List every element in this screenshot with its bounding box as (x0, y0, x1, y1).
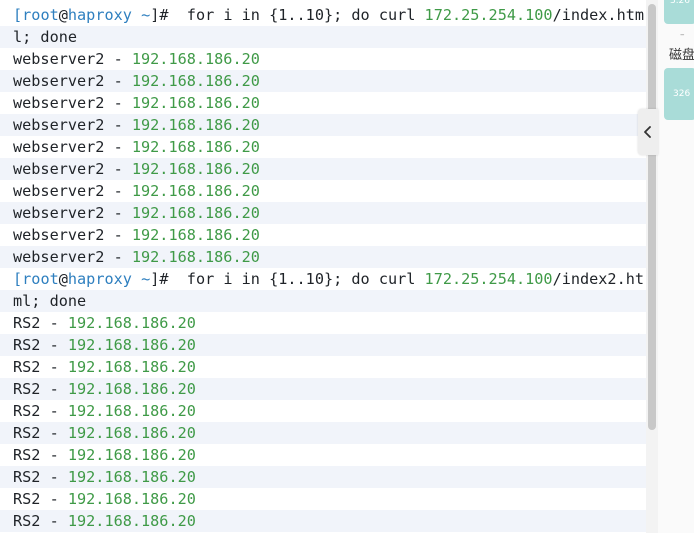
command-text: for i in {1..10}; do curl (168, 270, 425, 288)
command-text-wrap: ml; done (13, 292, 87, 310)
output-name: RS2 - (13, 490, 68, 508)
output-name: RS2 - (13, 424, 68, 442)
disk-card[interactable]: 326 (664, 68, 694, 120)
output-name: webserver2 - (13, 160, 132, 178)
collapse-panel-button[interactable] (638, 109, 658, 155)
prompt-path: ~ (141, 270, 151, 288)
output-name: webserver2 - (13, 248, 132, 266)
output-ip: 192.168.186.20 (131, 182, 260, 200)
output-name: webserver2 - (13, 204, 132, 222)
prompt-close: ]# (150, 270, 169, 288)
prompt-at: @ (58, 270, 68, 288)
command-text: for i in {1..10}; do curl (168, 6, 425, 24)
output-line: RS2 - 192.168.186.20 (0, 488, 646, 510)
output-line: webserver2 - 192.168.186.20 (0, 92, 646, 114)
output-name: RS2 - (13, 468, 68, 486)
output-name: webserver2 - (13, 94, 132, 112)
output-ip: 192.168.186.20 (131, 204, 260, 222)
output-line: RS2 - 192.168.186.20 (0, 510, 646, 532)
output-ip: 192.168.186.20 (131, 50, 260, 68)
output-line: RS2 - 192.168.186.20 (0, 312, 646, 334)
output-ip: 192.168.186.20 (67, 336, 196, 354)
output-name: webserver2 - (13, 116, 132, 134)
prompt-user: root (22, 6, 59, 24)
output-line: webserver2 - 192.168.186.20 (0, 70, 646, 92)
output-name: RS2 - (13, 446, 68, 464)
output-ip: 192.168.186.20 (131, 138, 260, 156)
terminal-output[interactable]: [root@haproxy ~]# for i in {1..10}; do c… (0, 4, 646, 533)
output-name: webserver2 - (13, 72, 132, 90)
output-line: webserver2 - 192.168.186.20 (0, 158, 646, 180)
output-line: RS2 - 192.168.186.20 (0, 444, 646, 466)
output-ip: 192.168.186.20 (67, 314, 196, 332)
output-ip: 192.168.186.20 (67, 468, 196, 486)
output-line: RS2 - 192.168.186.20 (0, 400, 646, 422)
output-ip: 192.168.186.20 (67, 380, 196, 398)
command-ip: 172.25.254.100 (424, 6, 553, 24)
output-line: RS2 - 192.168.186.20 (0, 422, 646, 444)
side-card-top[interactable]: 3.26 (664, 0, 694, 24)
command-line-wrap: ml; done (0, 290, 646, 312)
output-line: RS2 - 192.168.186.20 (0, 466, 646, 488)
output-name: RS2 - (13, 336, 68, 354)
output-line: RS2 - 192.168.186.20 (0, 378, 646, 400)
output-line: webserver2 - 192.168.186.20 (0, 202, 646, 224)
output-line: RS2 - 192.168.186.20 (0, 334, 646, 356)
output-name: RS2 - (13, 314, 68, 332)
output-name: webserver2 - (13, 50, 132, 68)
command-line-wrap: l; done (0, 26, 646, 48)
prompt-open-bracket: [ (13, 6, 23, 24)
side-panel: 3.26 – 磁盘 326 (658, 0, 694, 533)
command-line: [root@haproxy ~]# for i in {1..10}; do c… (0, 268, 646, 290)
output-name: webserver2 - (13, 226, 132, 244)
output-line: RS2 - 192.168.186.20 (0, 356, 646, 378)
prompt-at: @ (58, 6, 68, 24)
output-ip: 192.168.186.20 (131, 248, 260, 266)
prompt-open-bracket: [ (13, 270, 23, 288)
output-line: webserver2 - 192.168.186.20 (0, 180, 646, 202)
prompt-host: haproxy (67, 6, 132, 24)
output-ip: 192.168.186.20 (67, 358, 196, 376)
output-ip: 192.168.186.20 (131, 72, 260, 90)
output-line: webserver2 - 192.168.186.20 (0, 48, 646, 70)
vertical-scrollbar[interactable] (646, 0, 658, 533)
output-name: RS2 - (13, 402, 68, 420)
output-ip: 192.168.186.20 (67, 424, 196, 442)
output-name: RS2 - (13, 512, 68, 530)
output-line: webserver2 - 192.168.186.20 (0, 224, 646, 246)
chevron-left-icon (643, 125, 653, 139)
output-name: webserver2 - (13, 182, 132, 200)
command-line: [root@haproxy ~]# for i in {1..10}; do c… (0, 4, 646, 26)
disk-label: 磁盘 (669, 48, 694, 63)
command-path: /index2.ht (552, 270, 644, 288)
side-dash: – (680, 30, 685, 40)
scrollbar-thumb[interactable] (648, 4, 656, 430)
output-name: RS2 - (13, 380, 68, 398)
output-line: webserver2 - 192.168.186.20 (0, 114, 646, 136)
output-ip: 192.168.186.20 (131, 94, 260, 112)
output-ip: 192.168.186.20 (131, 116, 260, 134)
prompt-path: ~ (141, 6, 151, 24)
output-ip: 192.168.186.20 (131, 160, 260, 178)
output-line: webserver2 - 192.168.186.20 (0, 136, 646, 158)
output-ip: 192.168.186.20 (67, 402, 196, 420)
output-line: webserver2 - 192.168.186.20 (0, 246, 646, 268)
output-ip: 192.168.186.20 (67, 512, 196, 530)
prompt-close: ]# (150, 6, 169, 24)
prompt-host: haproxy (67, 270, 132, 288)
output-ip: 192.168.186.20 (67, 490, 196, 508)
output-name: RS2 - (13, 358, 68, 376)
command-path: /index.htm (552, 6, 644, 24)
command-text-wrap: l; done (13, 28, 78, 46)
output-name: webserver2 - (13, 138, 132, 156)
command-ip: 172.25.254.100 (424, 270, 553, 288)
prompt-user: root (22, 270, 59, 288)
output-ip: 192.168.186.20 (67, 446, 196, 464)
output-ip: 192.168.186.20 (131, 226, 260, 244)
